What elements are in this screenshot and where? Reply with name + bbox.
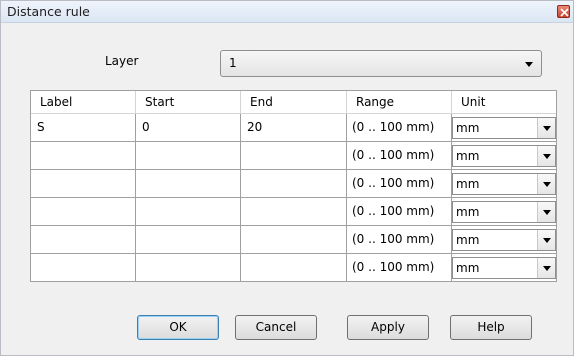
start-cell[interactable]: [136, 254, 241, 282]
chevron-down-icon: [543, 154, 551, 159]
unit-select[interactable]: mm: [452, 117, 556, 139]
label-cell[interactable]: [31, 142, 136, 170]
apply-button[interactable]: Apply: [347, 315, 429, 340]
unit-cell: mm: [452, 114, 556, 142]
title-bar[interactable]: Distance rule: [1, 1, 573, 23]
unit-select[interactable]: mm: [452, 145, 556, 167]
end-cell[interactable]: 20: [241, 114, 347, 142]
start-cell[interactable]: [136, 142, 241, 170]
unit-select[interactable]: mm: [452, 201, 556, 223]
unit-cell: mm: [452, 198, 556, 226]
chevron-down-icon: [543, 238, 551, 243]
range-cell: (0 .. 100 mm): [347, 142, 452, 170]
column-header-end[interactable]: End: [241, 91, 347, 114]
label-cell[interactable]: [31, 254, 136, 282]
range-cell: (0 .. 100 mm): [347, 114, 452, 142]
close-button[interactable]: [557, 5, 570, 18]
unit-cell: mm: [452, 226, 556, 254]
column-header-unit[interactable]: Unit: [452, 91, 556, 114]
close-icon: [560, 8, 569, 17]
unit-select-value: mm: [456, 177, 480, 191]
end-cell[interactable]: [241, 198, 347, 226]
unit-dropdown-button[interactable]: [537, 118, 555, 138]
layer-select[interactable]: 1: [220, 50, 542, 77]
layer-label: Layer: [105, 54, 139, 68]
end-cell[interactable]: [241, 142, 347, 170]
chevron-down-icon: [543, 182, 551, 187]
column-header-label[interactable]: Label: [31, 91, 136, 114]
range-cell: (0 .. 100 mm): [347, 170, 452, 198]
range-cell: (0 .. 100 mm): [347, 226, 452, 254]
window-title: Distance rule: [7, 4, 90, 19]
cancel-button[interactable]: Cancel: [235, 315, 317, 340]
unit-dropdown-button[interactable]: [537, 258, 555, 278]
start-cell[interactable]: [136, 170, 241, 198]
unit-select-value: mm: [456, 233, 480, 247]
unit-select[interactable]: mm: [452, 257, 556, 279]
distance-grid: Label Start End Range Unit S 0 20 (0 .. 100…: [30, 90, 557, 282]
end-cell[interactable]: [241, 226, 347, 254]
unit-select[interactable]: mm: [452, 173, 556, 195]
distance-rule-dialog: Distance rule Layer 1 Label Start End Ra…: [0, 0, 574, 356]
start-cell[interactable]: [136, 198, 241, 226]
unit-dropdown-button[interactable]: [537, 146, 555, 166]
unit-select-value: mm: [456, 149, 480, 163]
unit-cell: mm: [452, 170, 556, 198]
column-header-range[interactable]: Range: [347, 91, 452, 114]
label-cell[interactable]: [31, 226, 136, 254]
label-cell[interactable]: [31, 198, 136, 226]
start-cell[interactable]: 0: [136, 114, 241, 142]
chevron-down-icon: [543, 210, 551, 215]
range-cell: (0 .. 100 mm): [347, 198, 452, 226]
unit-dropdown-button[interactable]: [537, 202, 555, 222]
ok-button[interactable]: OK: [137, 315, 219, 340]
range-cell: (0 .. 100 mm): [347, 254, 452, 282]
help-button[interactable]: Help: [450, 315, 532, 340]
end-cell[interactable]: [241, 170, 347, 198]
chevron-down-icon: [543, 126, 551, 131]
unit-select[interactable]: mm: [452, 229, 556, 251]
layer-select-value: 1: [229, 56, 237, 70]
label-cell[interactable]: S: [31, 114, 136, 142]
chevron-down-icon: [525, 62, 533, 67]
unit-select-value: mm: [456, 121, 480, 135]
unit-cell: mm: [452, 142, 556, 170]
end-cell[interactable]: [241, 254, 347, 282]
unit-select-value: mm: [456, 261, 480, 275]
start-cell[interactable]: [136, 226, 241, 254]
chevron-down-icon: [543, 266, 551, 271]
unit-dropdown-button[interactable]: [537, 230, 555, 250]
unit-select-value: mm: [456, 205, 480, 219]
unit-dropdown-button[interactable]: [537, 174, 555, 194]
label-cell[interactable]: [31, 170, 136, 198]
unit-cell: mm: [452, 254, 556, 282]
column-header-start[interactable]: Start: [136, 91, 241, 114]
